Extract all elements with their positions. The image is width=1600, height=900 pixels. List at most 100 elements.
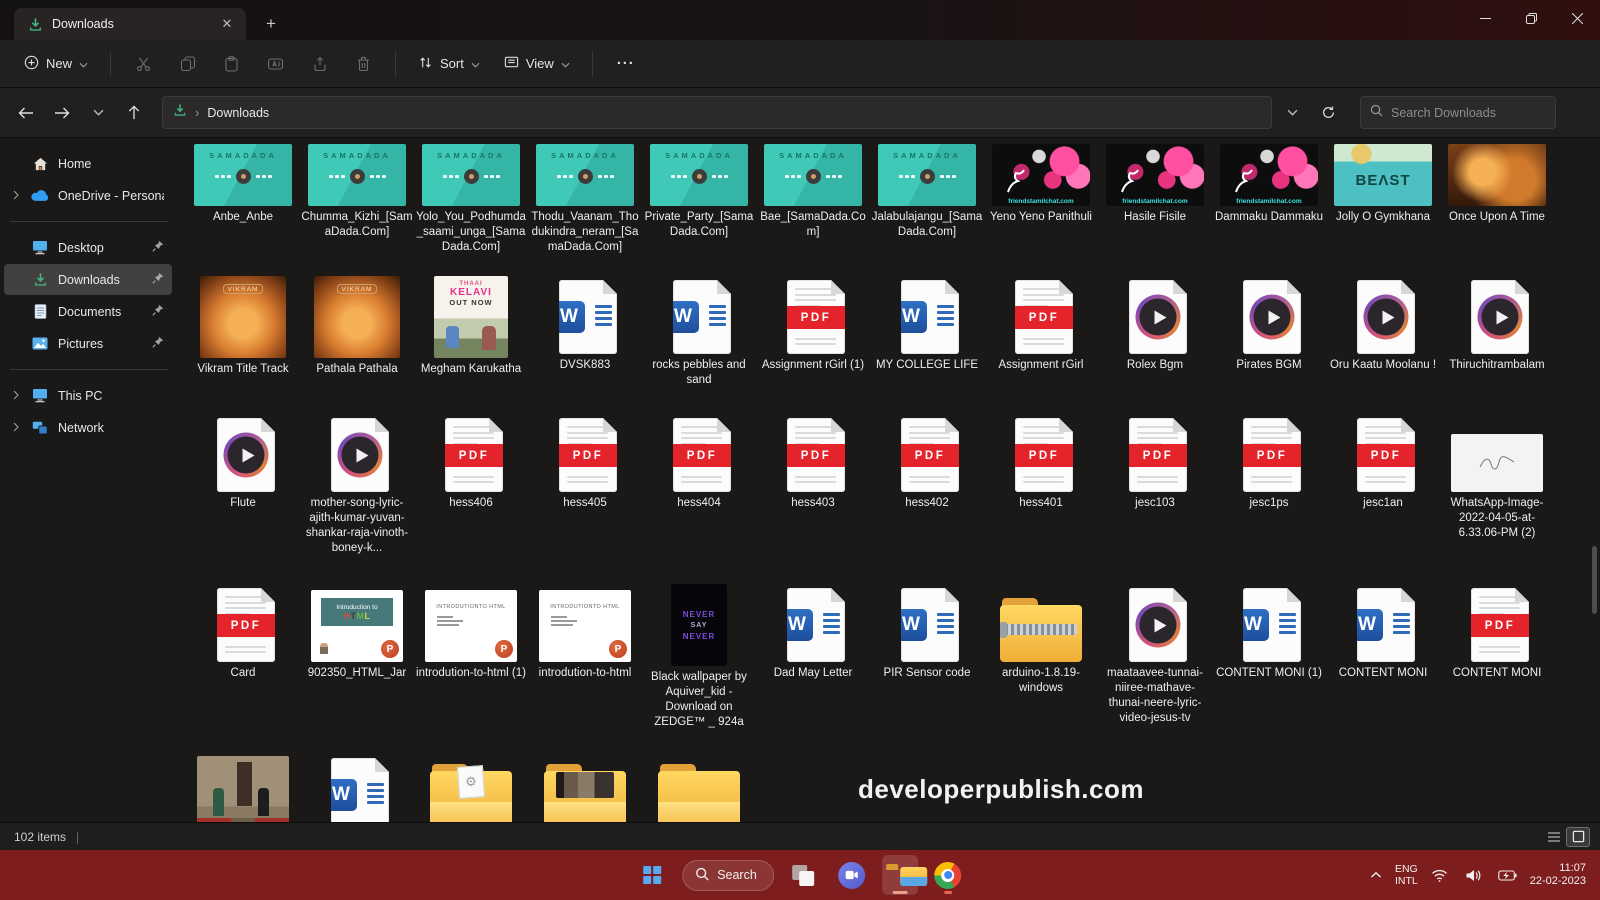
expand-chevron-icon[interactable] [10, 189, 22, 203]
maximize-button[interactable] [1508, 0, 1554, 36]
file-tile[interactable]: PDFCard [186, 578, 300, 748]
sidebar-item-network[interactable]: Network [4, 412, 172, 443]
expand-chevron-icon[interactable] [10, 421, 22, 435]
chat-button[interactable] [834, 855, 870, 895]
taskbar-search-button[interactable]: Search [682, 860, 774, 891]
cut-button[interactable] [123, 48, 164, 80]
file-tile[interactable]: PDFCONTENT MONI [1440, 578, 1554, 748]
scrollbar-thumb[interactable] [1592, 546, 1597, 614]
sidebar-item-pictures[interactable]: Pictures [4, 328, 172, 359]
file-tile[interactable]: Introduction toHTMLP902350_HTML_Jar [300, 578, 414, 748]
expand-chevron-icon[interactable] [10, 389, 22, 403]
close-button[interactable] [1554, 0, 1600, 36]
file-tile[interactable]: PDFhess406 [414, 408, 528, 578]
tray-chevron-up-icon[interactable] [1366, 867, 1386, 883]
file-tile[interactable]: PDFjesc1ps [1212, 408, 1326, 578]
file-tile[interactable]: THAAIKELAVIOUT NOWMegham Karukatha [414, 270, 528, 408]
file-tile[interactable]: SAMADADAJalabulajangu_[SamaDada.Com] [870, 140, 984, 270]
file-tile[interactable]: PDFhess403 [756, 408, 870, 578]
file-tile[interactable]: ⚙ [414, 748, 528, 822]
tab-downloads[interactable]: Downloads ✕ [14, 8, 246, 40]
file-tile[interactable]: PDFhess401 [984, 408, 1098, 578]
file-tile[interactable]: NEVERSAYNEVERBlack wallpaper by Aquiver_… [642, 578, 756, 748]
file-tile[interactable]: WhatsApp-Image-2022-04-05-at-6.33.06-PM … [1440, 408, 1554, 578]
minimize-button[interactable] [1462, 0, 1508, 36]
file-tile[interactable]: PDFhess402 [870, 408, 984, 578]
file-tile[interactable]: friendstamilchat.comHasile Fisile [1098, 140, 1212, 270]
search-box[interactable] [1360, 96, 1556, 129]
vertical-scrollbar[interactable] [1592, 138, 1597, 822]
search-input[interactable] [1391, 106, 1541, 120]
back-button[interactable] [10, 97, 42, 129]
file-tile[interactable]: WMY COLLEGE LIFE [870, 270, 984, 408]
file-tile[interactable]: BEΛSTJolly O Gymkhana [1326, 140, 1440, 270]
delete-button[interactable] [344, 48, 383, 80]
task-view-button[interactable] [786, 855, 822, 895]
file-tile[interactable]: SAMADADABae_[SamaDada.Com] [756, 140, 870, 270]
file-tile[interactable]: SAMADADAThodu_Vaanam_Thodukindra_neram_[… [528, 140, 642, 270]
file-tile[interactable]: arduino-1.8.19-windows [984, 578, 1098, 748]
file-explorer-button[interactable] [882, 855, 918, 895]
file-tile[interactable]: friendstamilchat.comYeno Yeno Panithuli [984, 140, 1098, 270]
file-tile[interactable]: SAMADADAPrivate_Party_[SamaDada.Com] [642, 140, 756, 270]
file-tile[interactable]: SAMADADAChumma_Kizhi_[SamaDada.Com] [300, 140, 414, 270]
volume-icon[interactable] [1461, 865, 1485, 886]
recent-locations-button[interactable] [82, 97, 114, 129]
up-button[interactable] [118, 97, 150, 129]
file-tile[interactable]: WCONTENT MONI [1326, 578, 1440, 748]
large-icons-view-button[interactable] [1566, 827, 1590, 847]
file-tile[interactable]: Pirates BGM [1212, 270, 1326, 408]
sidebar-item-this-pc[interactable]: This PC [4, 380, 172, 411]
forward-button[interactable] [46, 97, 78, 129]
file-tile[interactable]: Once Upon A Time [1440, 140, 1554, 270]
details-view-button[interactable] [1542, 827, 1566, 847]
sidebar-item-onedrive-persona[interactable]: OneDrive - Persona [4, 180, 172, 211]
file-tile[interactable]: INTRODUTIONTO HTMLPintrodution-to-html [528, 578, 642, 748]
sidebar-item-home[interactable]: Home [4, 148, 172, 179]
file-tile[interactable]: SAMADADAYolo_You_Podhumda_saami_unga_[Sa… [414, 140, 528, 270]
share-button[interactable] [300, 48, 340, 80]
file-tile[interactable]: friendstamilchat.comDammaku Dammaku [1212, 140, 1326, 270]
battery-icon[interactable] [1494, 866, 1521, 885]
new-button[interactable]: New [14, 47, 98, 81]
file-tile[interactable]: Thiruchitrambalam [1440, 270, 1554, 408]
file-tile[interactable]: Wrocks pebbles and sand [642, 270, 756, 408]
file-tile[interactable]: WDVSK883 [528, 270, 642, 408]
clock[interactable]: 11:07 22-02-2023 [1530, 862, 1592, 889]
chrome-button[interactable] [930, 855, 966, 895]
file-tile[interactable]: Rolex Bgm [1098, 270, 1212, 408]
file-tile[interactable] [642, 748, 756, 822]
file-tile[interactable]: Flute [186, 408, 300, 578]
tab-close-button[interactable]: ✕ [216, 13, 238, 35]
rename-button[interactable] [255, 48, 296, 80]
sidebar-item-documents[interactable]: Documents [4, 296, 172, 327]
wifi-icon[interactable] [1427, 865, 1452, 886]
file-tile[interactable]: WPIR Sensor code [870, 578, 984, 748]
sidebar-item-desktop[interactable]: Desktop [4, 232, 172, 263]
file-tile[interactable]: VIKRAMVikram Title Track [186, 270, 300, 408]
file-tile[interactable]: INTRODUTIONTO HTMLPintrodution-to-html (… [414, 578, 528, 748]
file-tile[interactable]: WDad May Letter [756, 578, 870, 748]
file-tile[interactable]: mother-song-lyric-ajith-kumar-yuvan-shan… [300, 408, 414, 578]
file-tile[interactable]: PDFjesc103 [1098, 408, 1212, 578]
file-tile[interactable] [528, 748, 642, 822]
file-tile[interactable] [186, 748, 300, 822]
address-bar[interactable]: › Downloads [162, 96, 1272, 129]
refresh-button[interactable] [1312, 97, 1344, 129]
file-tile[interactable]: Oru Kaatu Moolanu ! [1326, 270, 1440, 408]
file-tile[interactable]: W [300, 748, 414, 822]
start-button[interactable] [634, 855, 670, 895]
sidebar-item-downloads[interactable]: Downloads [4, 264, 172, 295]
file-tile[interactable]: PDFhess404 [642, 408, 756, 578]
breadcrumb-downloads[interactable]: Downloads [207, 106, 269, 120]
paste-button[interactable] [212, 48, 251, 80]
file-tile[interactable]: PDFjesc1an [1326, 408, 1440, 578]
file-tile[interactable]: VIKRAMPathala Pathala [300, 270, 414, 408]
sort-button[interactable]: Sort [408, 47, 490, 81]
file-tile[interactable]: WCONTENT MONI (1) [1212, 578, 1326, 748]
view-button[interactable]: View [494, 47, 580, 81]
copy-button[interactable] [168, 48, 208, 80]
address-dropdown-button[interactable] [1276, 97, 1308, 129]
file-tile[interactable]: PDFAssignment rGirl (1) [756, 270, 870, 408]
file-tile[interactable]: maataavee-tunnai-niiree-mathave-thunai-n… [1098, 578, 1212, 748]
